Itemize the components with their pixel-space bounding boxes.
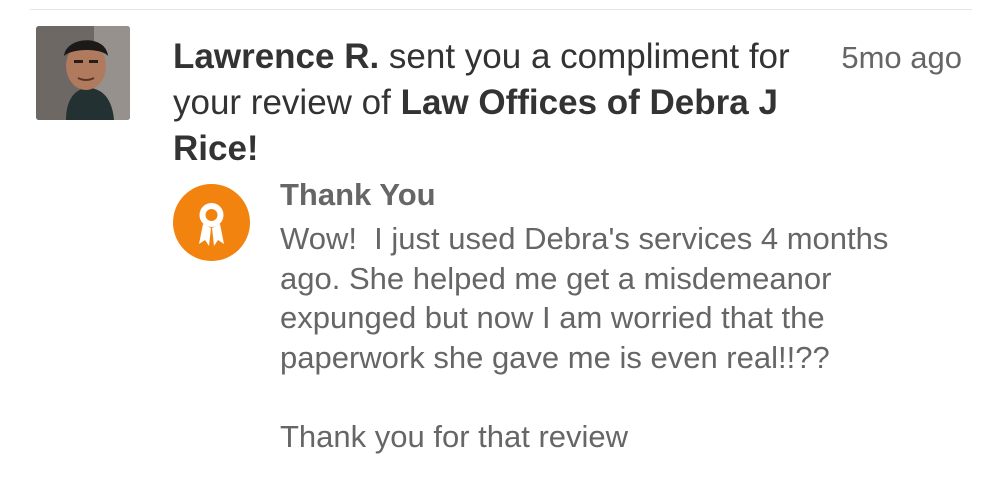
compliment-line: Wow! I just used Debra's services 4 mont… [280, 221, 889, 256]
award-ribbon-icon [199, 203, 224, 246]
timestamp: 5mo ago [841, 40, 962, 75]
user-avatar-icon [36, 26, 130, 120]
compliment-badge [173, 184, 250, 261]
compliment-title: Thank You [280, 177, 436, 212]
compliment-line: ago. She helped me get a misdemeanor [280, 260, 832, 296]
sender-name-link[interactable]: Lawrence R. [173, 37, 379, 76]
avatar[interactable] [36, 26, 130, 120]
compliment-closing: Thank you for that review [280, 418, 629, 454]
compliment-message: Wow! I just used Debra's services 4 mont… [280, 219, 960, 456]
top-divider [30, 9, 972, 10]
notification-headline: Lawrence R. sent you a compliment for yo… [173, 34, 813, 172]
compliment-line: expunged but now I am worried that the [280, 300, 825, 335]
compliment-line: paperwork she gave me is even real!!?? [280, 339, 830, 375]
